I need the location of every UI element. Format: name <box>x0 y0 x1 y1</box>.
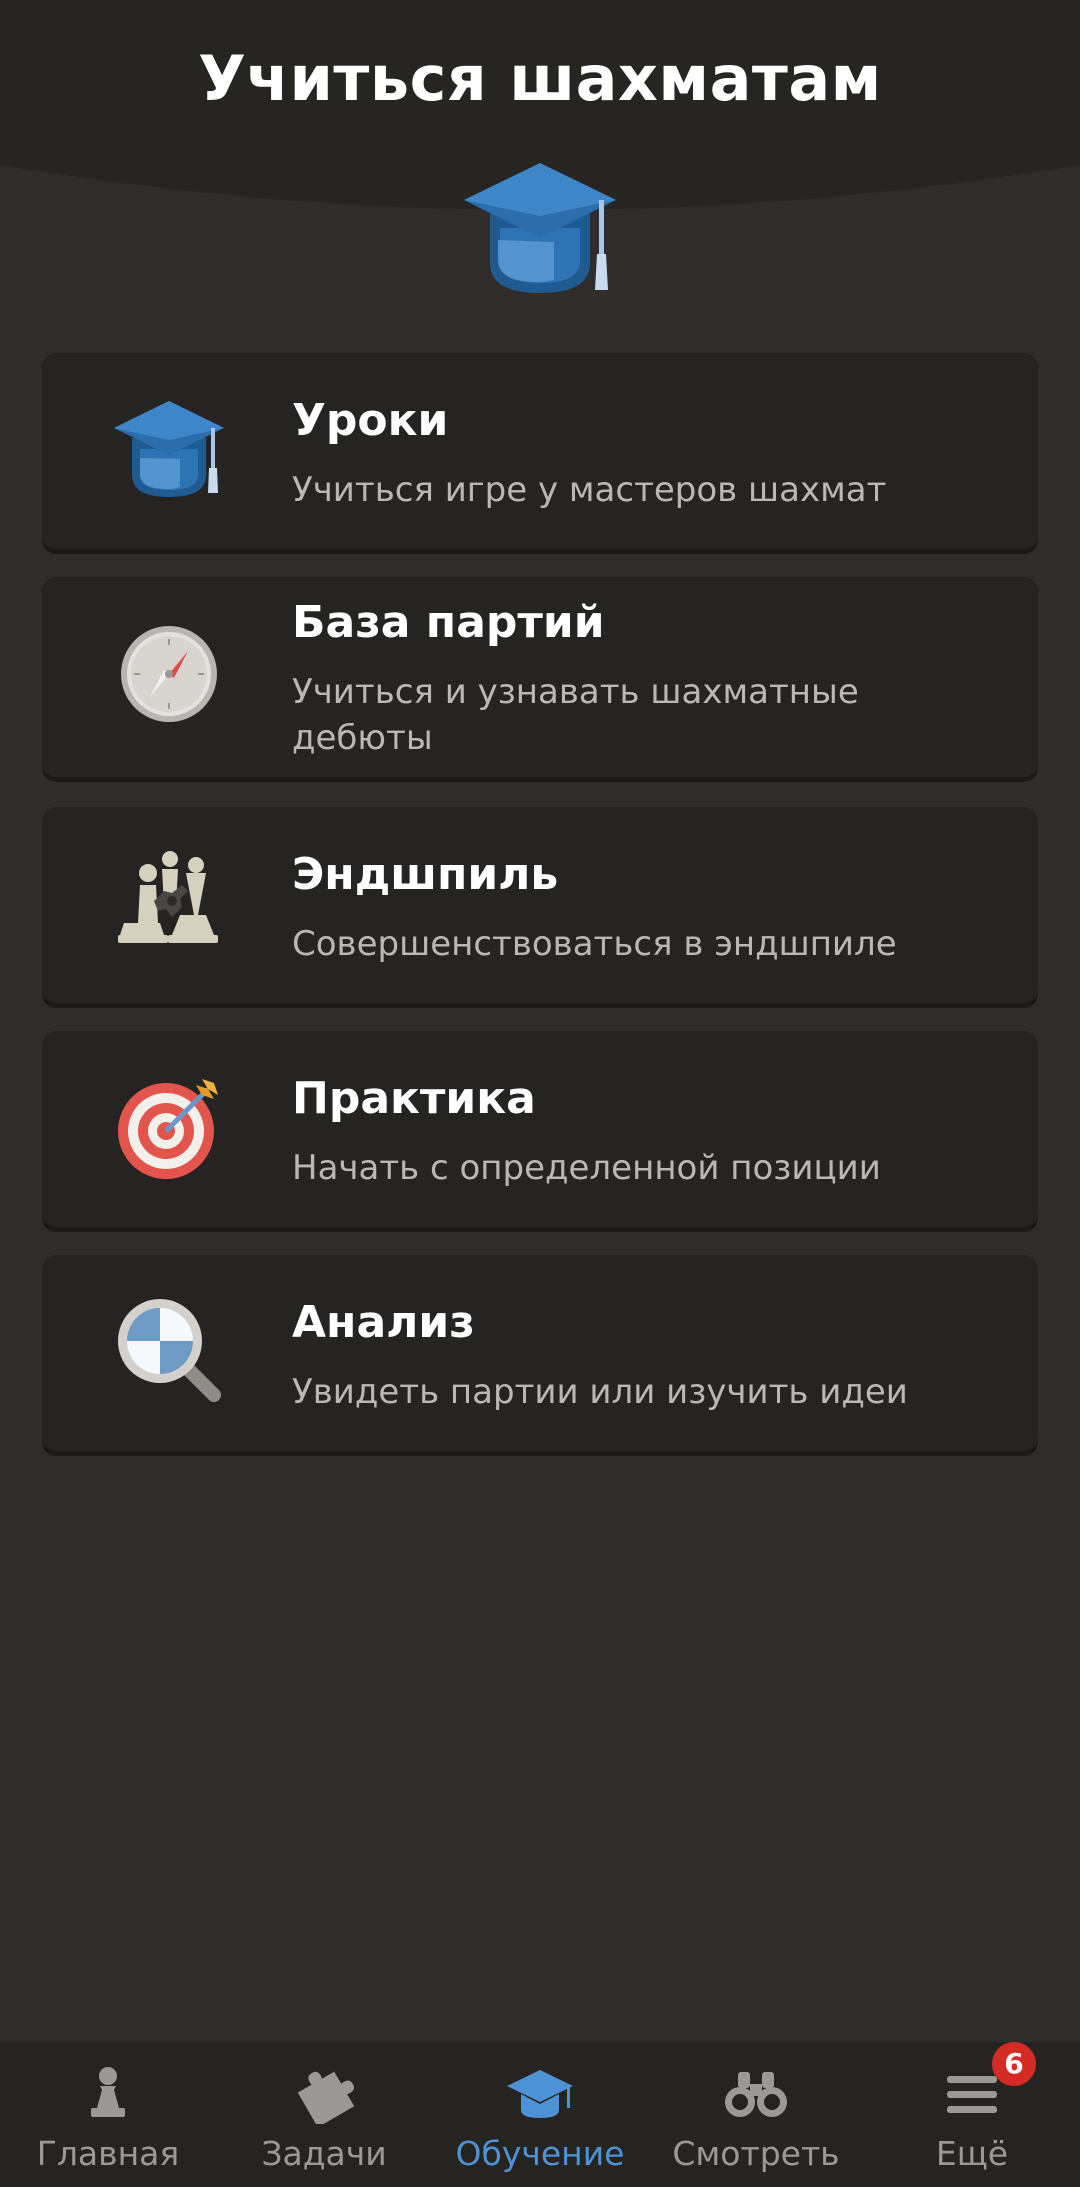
card-description: Совершенствоваться в эндшпиле <box>292 924 897 964</box>
target-icon <box>118 1079 218 1179</box>
tab-label: Главная <box>36 2134 180 2173</box>
tab-more[interactable]: 6 Ещё <box>864 2042 1080 2187</box>
graduation-cap-icon <box>464 163 616 293</box>
header: Учиться шахматам <box>0 0 1080 320</box>
card-lessons[interactable]: Уроки Учиться игре у мастеров шахмат <box>42 353 1038 549</box>
binoculars-icon <box>725 2072 787 2117</box>
bottom-tab-bar: Главная Задачи Обучение Смотреть 6 Ещё <box>0 2042 1080 2187</box>
puzzle-icon <box>297 2071 355 2124</box>
card-analysis[interactable]: Анализ Увидеть партии или изучить идеи <box>42 1255 1038 1451</box>
card-description: Начать с определенной позиции <box>292 1148 881 1188</box>
card-title: Практика <box>292 1073 536 1124</box>
chess-pieces-icon <box>118 851 218 943</box>
card-description: Учиться и узнавать шахматные дебюты <box>292 672 859 758</box>
tab-home[interactable]: Главная <box>0 2042 216 2187</box>
graduation-cap-icon <box>507 2070 573 2118</box>
tab-label: Задачи <box>261 2134 387 2173</box>
pawn-icon <box>91 2067 125 2117</box>
page-title: Учиться шахматам <box>198 42 882 115</box>
tab-label: Смотреть <box>672 2134 840 2173</box>
tab-label: Ещё <box>935 2134 1009 2173</box>
tab-label: Обучение <box>455 2134 625 2173</box>
card-description: Увидеть партии или изучить идеи <box>292 1372 908 1412</box>
card-title: Эндшпиль <box>292 849 559 900</box>
graduation-cap-icon <box>114 401 224 497</box>
notification-badge: 6 <box>992 2042 1036 2086</box>
tab-watch[interactable]: Смотреть <box>648 2042 864 2187</box>
card-practice[interactable]: Практика Начать с определенной позиции <box>42 1031 1038 1227</box>
card-title: Анализ <box>292 1297 475 1348</box>
magnifier-icon <box>118 1299 221 1402</box>
tab-puzzles[interactable]: Задачи <box>216 2042 432 2187</box>
tab-learn[interactable]: Обучение <box>432 2042 648 2187</box>
card-title: Уроки <box>292 395 449 446</box>
card-description: Учиться игре у мастеров шахмат <box>292 470 887 510</box>
compass-icon <box>121 626 217 722</box>
card-database[interactable]: База партий Учиться и узнавать шахматные… <box>42 577 1038 777</box>
card-title: База партий <box>292 597 605 648</box>
card-endgames[interactable]: Эндшпиль Совершенствоваться в эндшпиле <box>42 807 1038 1003</box>
